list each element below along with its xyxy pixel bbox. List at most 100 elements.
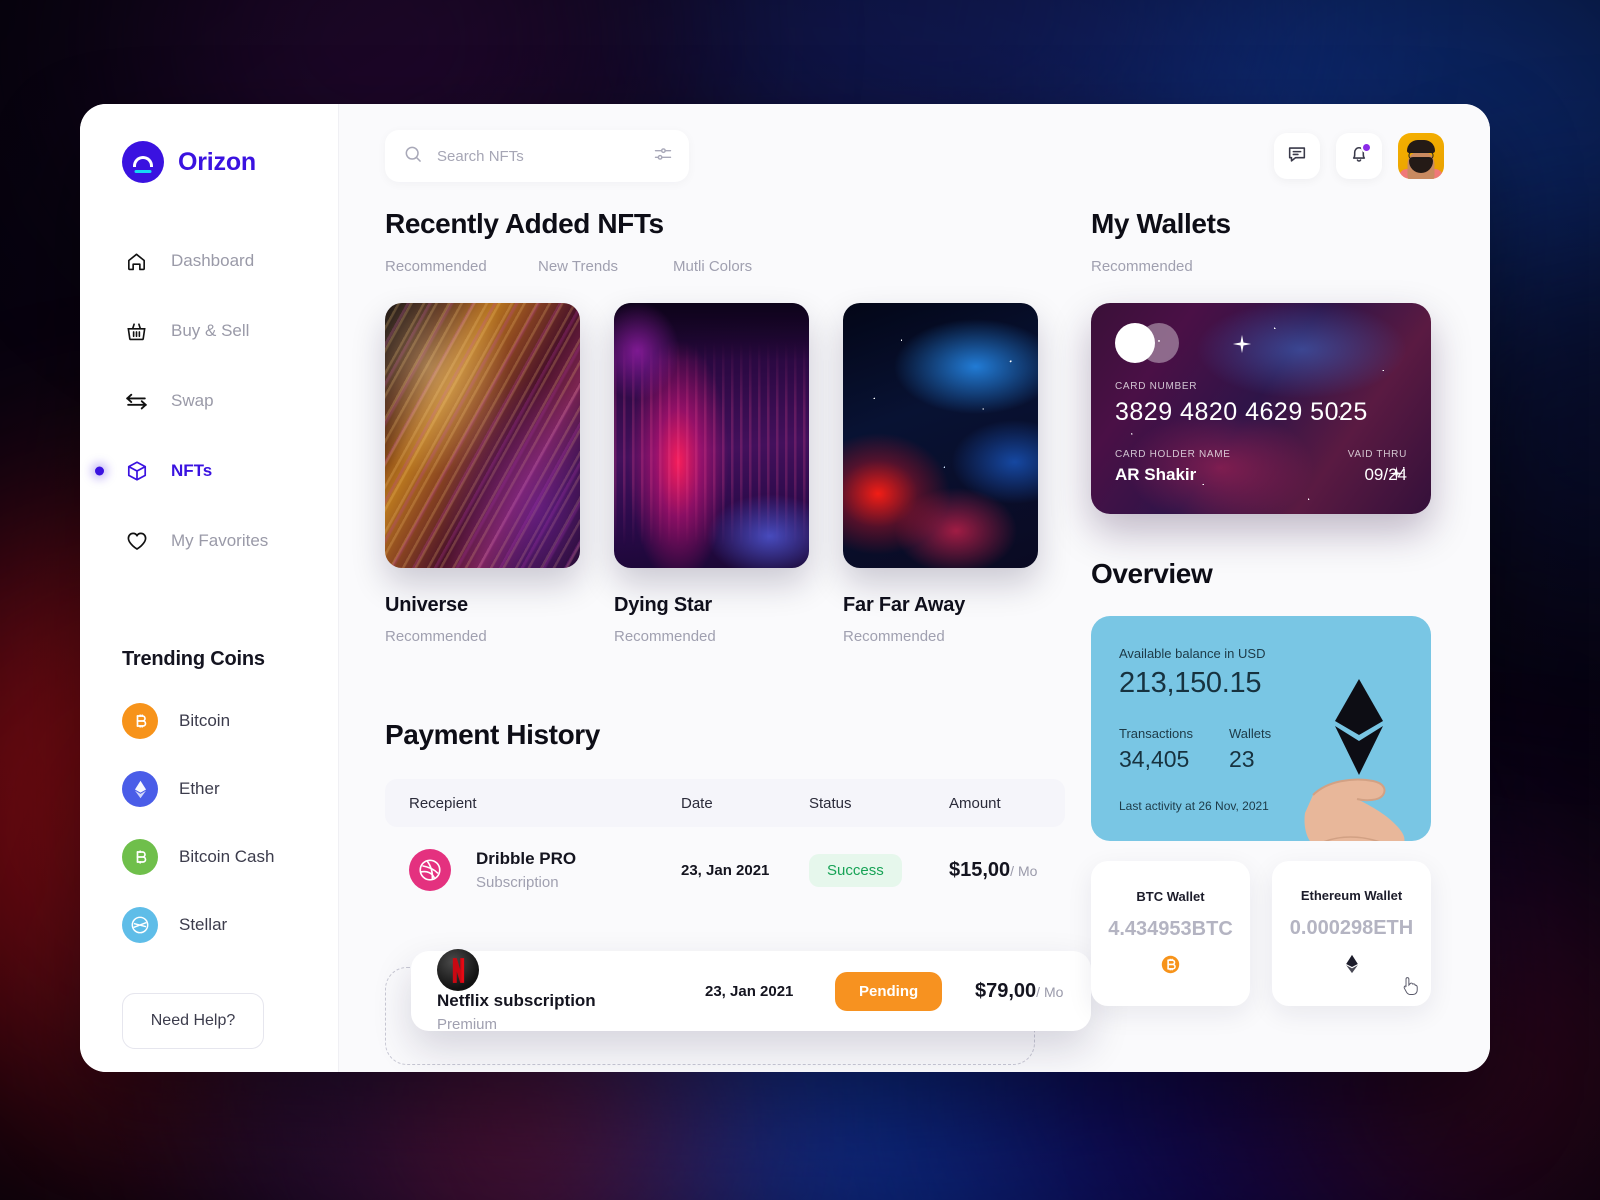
status-badge: Success [809, 853, 902, 887]
status-cell: Success [809, 853, 949, 887]
mini-wallet-value: 4.434953BTC [1108, 918, 1233, 941]
nft-artwork-universe [385, 303, 580, 568]
amount-period: / Mo [1010, 862, 1038, 879]
stat-value: 34,405 [1119, 746, 1190, 772]
sidebar-item-label: Dashboard [171, 251, 255, 270]
netflix-icon [437, 949, 479, 991]
nft-card-list: Universe Recommended Dying Star Recommen… [385, 303, 1065, 645]
stat-value: 23 [1228, 746, 1255, 772]
avatar[interactable] [1398, 133, 1444, 179]
sidebar-item-nfts[interactable]: NFTs [80, 436, 338, 506]
table-header: Recepient Date Status Amount [385, 779, 1065, 827]
card-valid-thru: 09/24 [1364, 465, 1407, 484]
mini-wallet-list: BTC Wallet 4.434953BTC Ethereum Wallet 0… [1091, 861, 1431, 1006]
search-input[interactable] [437, 147, 639, 165]
nft-title: Far Far Away [843, 594, 966, 616]
sidebar-item-label: NFTs [171, 461, 213, 480]
stat-label: Transactions [1119, 726, 1193, 741]
coin-item-bitcoin[interactable]: Bitcoin [122, 703, 338, 739]
sidebar-item-label: Swap [171, 391, 214, 410]
recipient-name: Netflix subscription [437, 991, 596, 1010]
need-help-button[interactable]: Need Help? [122, 993, 264, 1049]
swap-icon [124, 389, 149, 414]
nft-artwork-dying-star [614, 303, 809, 568]
nft-card[interactable]: Far Far Away Recommended [843, 303, 1038, 645]
box-icon [124, 459, 149, 484]
message-icon [1286, 143, 1308, 170]
trending-coins-section: Trending Coins Bitcoin Ether Bitcoin Cas… [80, 648, 338, 943]
search-bar[interactable] [385, 130, 689, 182]
wallet-card[interactable]: CARD NUMBER 3829 4820 4629 5025 CARD HOL… [1091, 303, 1431, 514]
sidebar-item-label: Buy & Sell [171, 321, 250, 340]
topbar-actions [1274, 133, 1444, 179]
table-row[interactable]: Dribble PRO Subscription 23, Jan 2021 Su… [385, 827, 1065, 913]
ethereum-icon [122, 771, 158, 807]
bitcoin-cash-icon [122, 839, 158, 875]
balance-card: Available balance in USD 213,150.15 Tran… [1091, 616, 1431, 841]
card-valid-thru-label: VAID THRU [1347, 449, 1407, 460]
coin-item-bitcoin-cash[interactable]: Bitcoin Cash [122, 839, 338, 875]
cursor-pointer-icon [1403, 977, 1418, 996]
mastercard-circles-icon [1115, 323, 1407, 363]
sidebar-item-my-favorites[interactable]: My Favorites [80, 506, 338, 576]
stat-wallets: Wallets 23 [1229, 726, 1271, 773]
trending-coins-title: Trending Coins [122, 648, 265, 670]
sidebar-item-swap[interactable]: Swap [80, 366, 338, 436]
brand[interactable]: Orizon [80, 134, 338, 190]
coin-label: Ether [179, 779, 220, 798]
column-recipient: Recepient [409, 794, 477, 812]
notification-badge [1361, 142, 1372, 153]
sidebar-nav: Dashboard Buy & Sell Swap NFTs My Favori… [80, 226, 338, 576]
recipient-name: Dribble PRO [476, 849, 577, 868]
column-amount: Amount [949, 794, 1001, 812]
column-date: Date [681, 794, 713, 812]
ethereum-icon [1345, 954, 1359, 979]
filter-sliders-icon[interactable] [653, 144, 673, 169]
tab-new-trends[interactable]: New Trends [538, 258, 673, 275]
coin-label: Stellar [179, 915, 228, 934]
notifications-button[interactable] [1336, 133, 1382, 179]
payment-history-table: Recepient Date Status Amount Dribble PRO… [385, 779, 1091, 1065]
coin-item-stellar[interactable]: Stellar [122, 907, 338, 943]
mini-wallet-amount: 4.434953 [1108, 917, 1192, 940]
content-columns: Recently Added NFTs Recommended New Tren… [339, 208, 1490, 1065]
mini-wallet-btc[interactable]: BTC Wallet 4.434953BTC [1091, 861, 1250, 1006]
sidebar-item-dashboard[interactable]: Dashboard [80, 226, 338, 296]
nft-subtitle: Recommended [614, 628, 716, 645]
mini-wallet-eth[interactable]: Ethereum Wallet 0.000298ETH [1272, 861, 1431, 1006]
table-row-dragging[interactable]: Netflix subscription Premium 23, Jan 202… [411, 949, 1091, 1033]
tab-mutli-colors[interactable]: Mutli Colors [673, 258, 752, 275]
nft-tabs: Recommended New Trends Mutli Colors [385, 258, 1065, 275]
amount-value: $15,00 [949, 858, 1011, 881]
stellar-icon [122, 907, 158, 943]
app-window: Orizon Dashboard Buy & Sell Swap NFTs My… [80, 104, 1490, 1072]
ethereum-hand-icon [1304, 679, 1405, 841]
nft-card[interactable]: Universe Recommended [385, 303, 580, 645]
sidebar-item-buy-sell[interactable]: Buy & Sell [80, 296, 338, 366]
payment-date: 23, Jan 2021 [705, 982, 794, 1000]
nft-subtitle: Recommended [385, 628, 487, 645]
brand-name: Orizon [178, 147, 256, 176]
nft-card[interactable]: Dying Star Recommended [614, 303, 809, 645]
bitcoin-icon [1161, 955, 1180, 979]
drag-area: Netflix subscription Premium 23, Jan 202… [385, 913, 1091, 1065]
tab-recommended[interactable]: Recommended [385, 258, 538, 275]
heart-icon [124, 529, 149, 554]
nft-subtitle: Recommended [843, 628, 945, 645]
column-status: Status [809, 794, 852, 812]
orizon-logo-icon [122, 141, 164, 183]
payment-history-title: Payment History [385, 719, 600, 750]
coin-label: Bitcoin [179, 711, 231, 730]
card-number: 3829 4820 4629 5025 [1115, 398, 1368, 426]
topbar [339, 104, 1490, 208]
recipient-plan: Subscription [476, 874, 559, 891]
nft-title: Universe [385, 594, 468, 616]
recipient-plan: Premium [437, 1016, 498, 1033]
stat-label: Wallets [1228, 726, 1272, 741]
home-icon [124, 249, 149, 274]
column-right: My Wallets Recommended CARD NUMBER 3829 … [1091, 208, 1431, 1063]
my-wallets-subtitle: Recommended [1091, 258, 1193, 275]
messages-button[interactable] [1274, 133, 1320, 179]
coin-item-ether[interactable]: Ether [122, 771, 338, 807]
main-content: Recently Added NFTs Recommended New Tren… [339, 104, 1490, 1072]
